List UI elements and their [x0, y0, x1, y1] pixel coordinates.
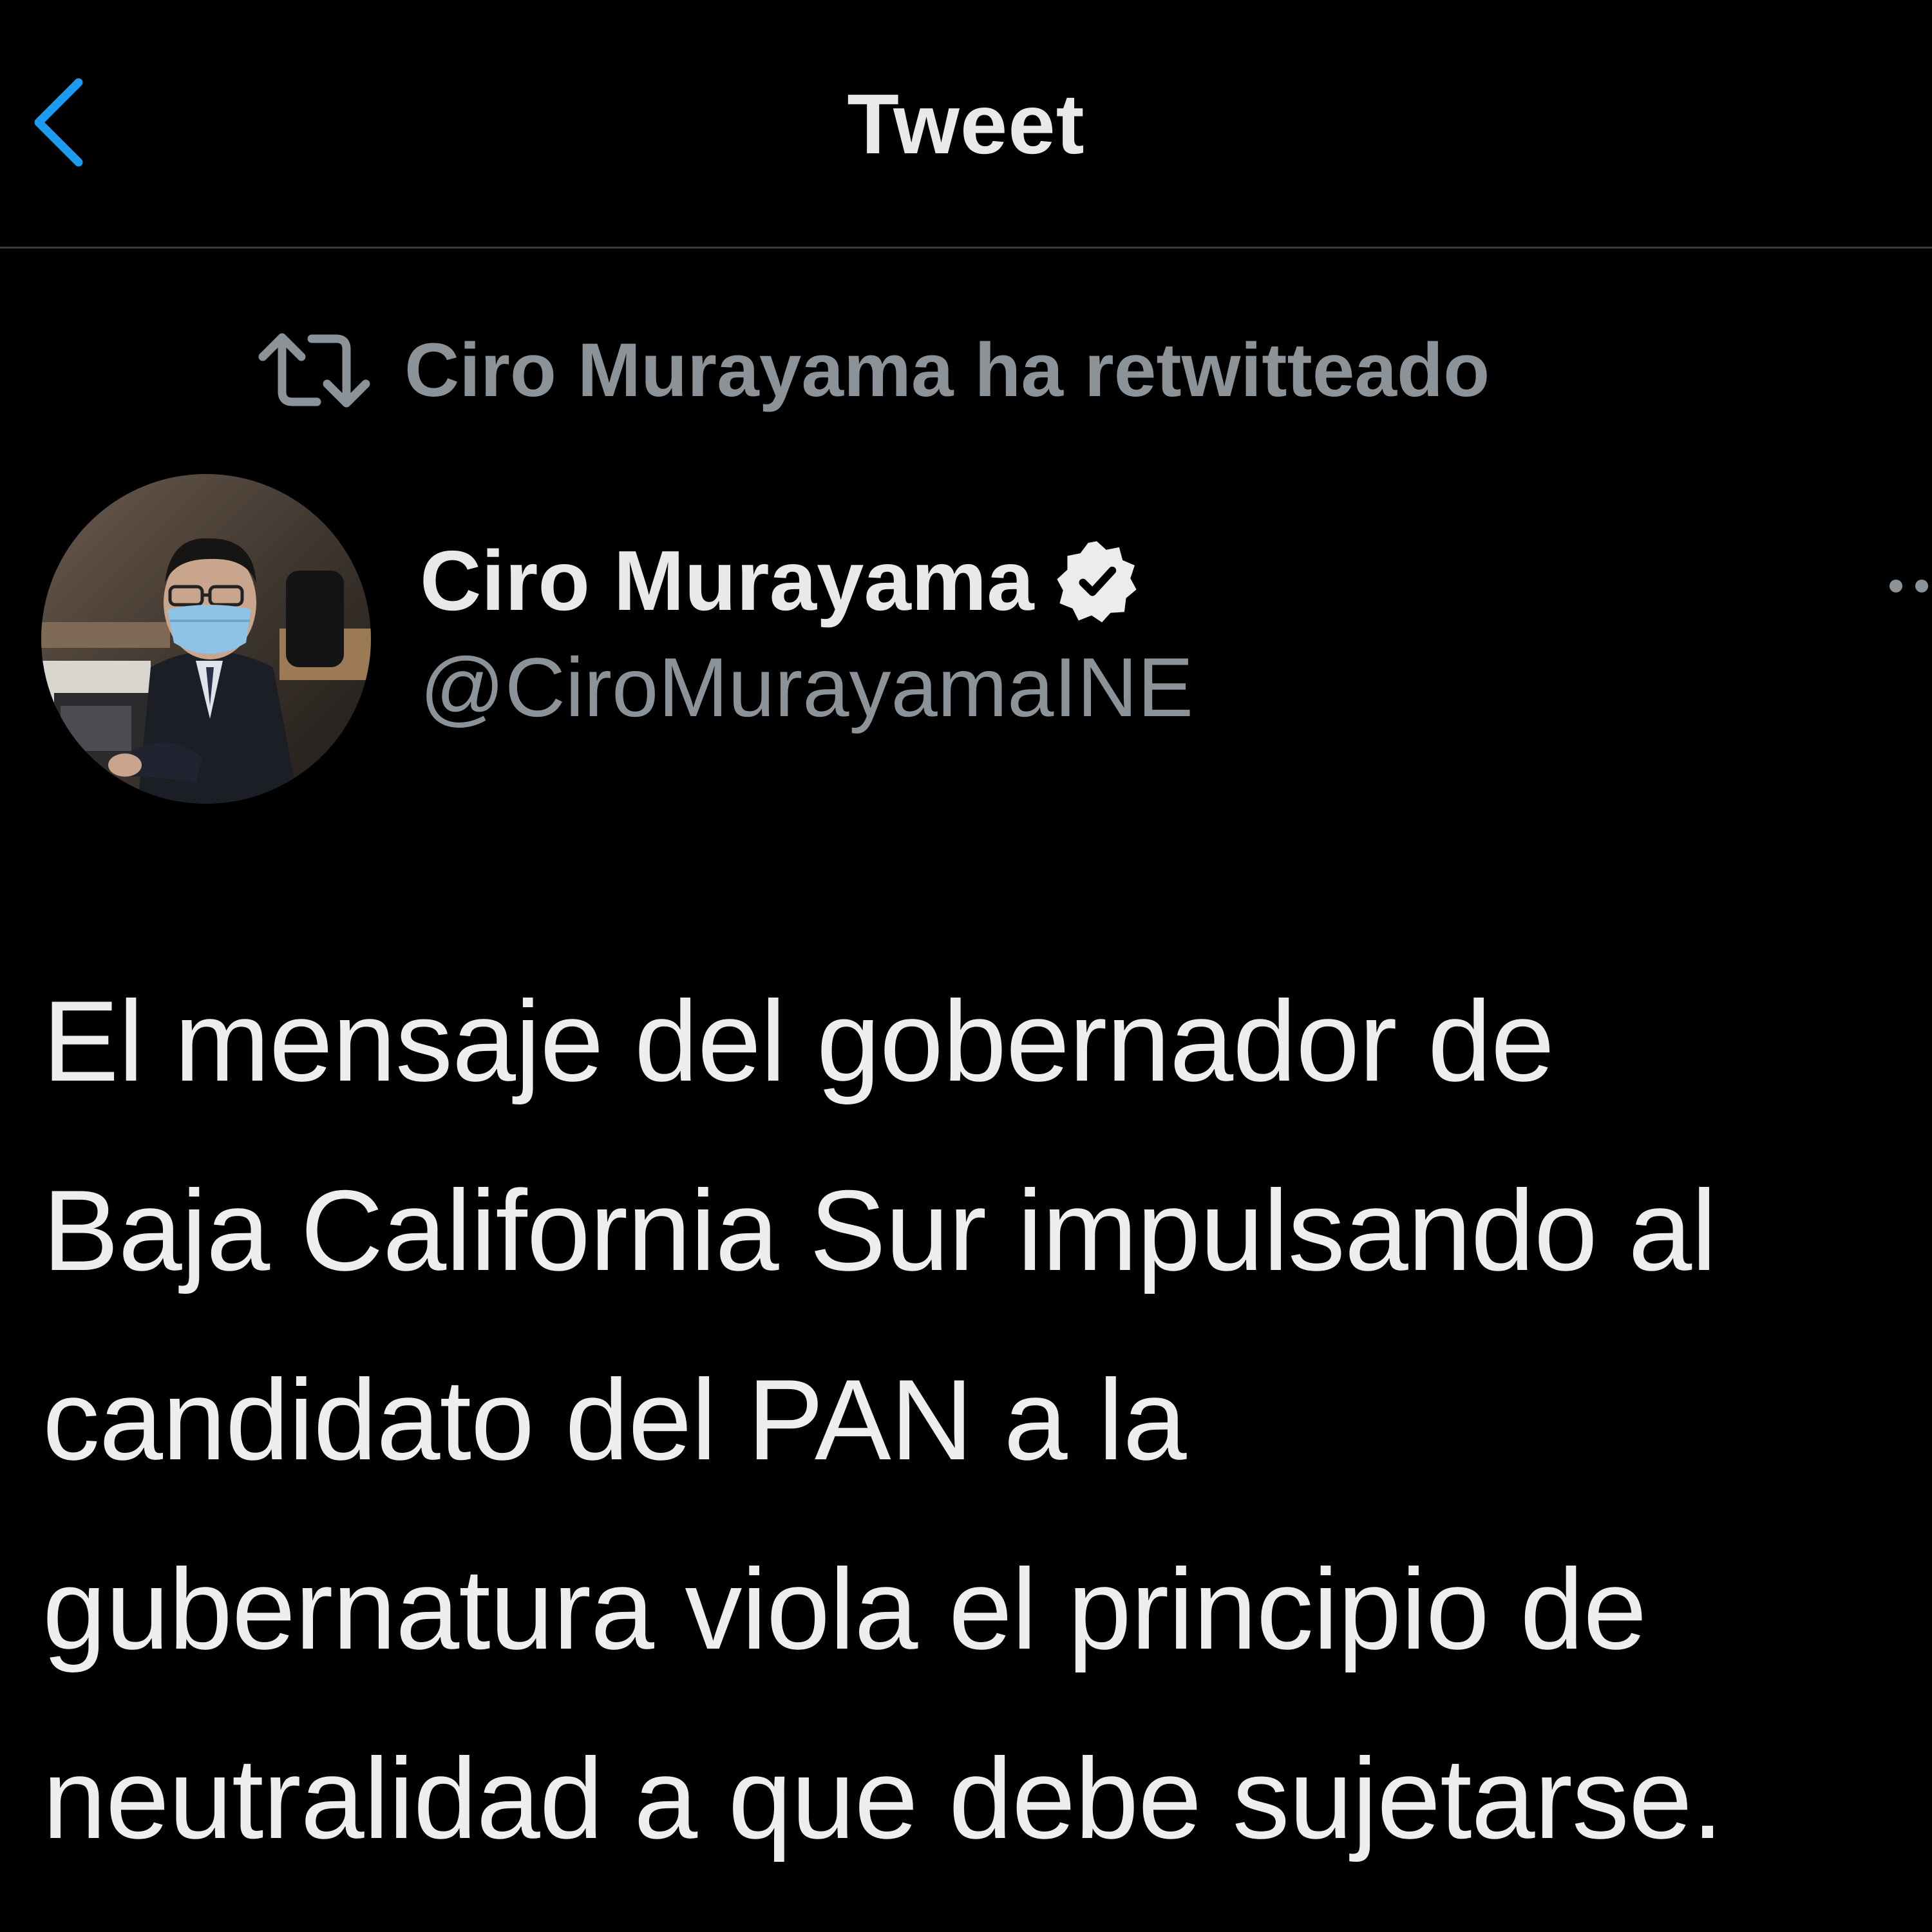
- top-navigation-bar: Tweet: [0, 0, 1932, 249]
- tweet-text-line: gubernatura viola el principio de: [43, 1545, 1647, 1673]
- more-options-button[interactable]: [1880, 567, 1932, 605]
- tweet-text: El mensaje del gobernador de Baja Califo…: [43, 947, 1923, 1893]
- author-display-name[interactable]: Ciro Murayama: [420, 536, 1034, 626]
- author-info: Ciro Murayama @CiroMurayamaINE: [420, 536, 1193, 735]
- avatar[interactable]: [41, 474, 371, 804]
- retweet-context[interactable]: Ciro Murayama ha retwitteado: [258, 328, 1490, 412]
- verified-badge-icon: [1057, 541, 1137, 623]
- author-handle[interactable]: @CiroMurayamaINE: [420, 639, 1193, 735]
- tweet-text-line: candidato del PAN a la: [43, 1356, 1187, 1484]
- tweet-text-line: neutralidad a que debe sujetarse.: [43, 1734, 1723, 1862]
- author-name-row: Ciro Murayama: [420, 536, 1193, 626]
- more-options-icon: [1889, 580, 1928, 592]
- tweet-text-line: Baja California Sur impulsando al: [43, 1166, 1717, 1294]
- retweet-context-label: Ciro Murayama ha retwitteado: [404, 328, 1490, 413]
- page-title: Tweet: [847, 77, 1085, 171]
- tweet-detail-screen: Tweet Ciro Murayama ha retwitteado Ciro …: [0, 0, 1932, 1932]
- avatar-photo: [41, 474, 371, 804]
- tweet-text-line: El mensaje del gobernador de: [43, 977, 1555, 1105]
- retweet-icon: [258, 333, 370, 408]
